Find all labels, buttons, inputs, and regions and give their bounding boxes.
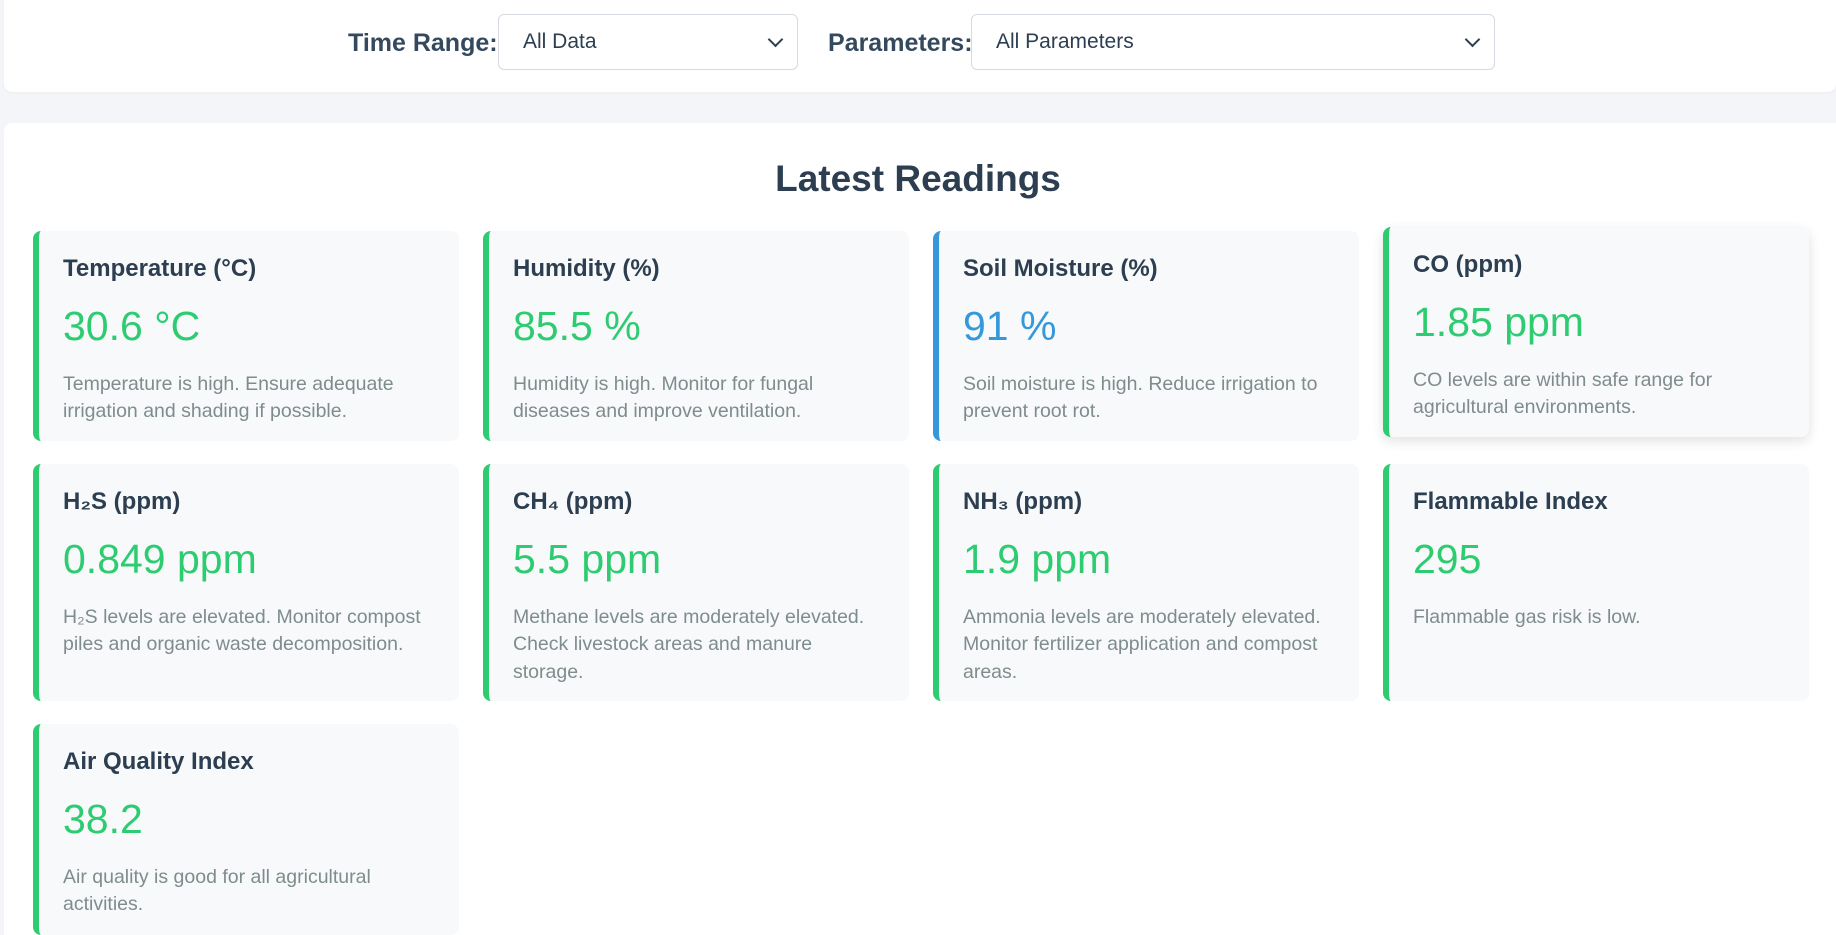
filter-bar: Time Range: All Data Parameters: All Par…	[4, 0, 1836, 92]
parameters-label: Parameters:	[828, 29, 973, 57]
card-description: Soil moisture is high. Reduce irrigation…	[963, 372, 1318, 423]
reading-card-h2s: H₂S (ppm) 0.849 ppm H₂S levels are eleva…	[33, 464, 459, 701]
card-title: CH₄ (ppm)	[513, 488, 633, 515]
card-value: 295	[1413, 535, 1482, 582]
reading-card-humidity: Humidity (%) 85.5 % Humidity is high. Mo…	[483, 231, 909, 441]
card-description: Humidity is high. Monitor for fungal dis…	[513, 372, 814, 423]
reading-card-co: CO (ppm) 1.85 ppm CO levels are within s…	[1383, 227, 1809, 437]
card-description: Flammable gas risk is low.	[1413, 605, 1641, 628]
card-title: Temperature (°C)	[63, 255, 257, 282]
card-title: Flammable Index	[1413, 488, 1608, 515]
card-title: Soil Moisture (%)	[963, 255, 1158, 282]
card-description: Temperature is high. Ensure adequate irr…	[63, 372, 394, 423]
reading-card-air-quality-index: Air Quality Index 38.2 Air quality is go…	[33, 724, 459, 935]
card-title: Humidity (%)	[513, 255, 660, 282]
card-value: 0.849 ppm	[63, 535, 257, 582]
card-description: H₂S levels are elevated. Monitor compost…	[63, 605, 421, 656]
latest-readings-title: Latest Readings	[775, 158, 1061, 199]
parameters-select[interactable]: All Parameters	[971, 14, 1495, 70]
parameters-selected-value: All Parameters	[996, 30, 1134, 53]
card-value: 38.2	[63, 795, 143, 842]
card-description: Air quality is good for all agricultural…	[63, 865, 371, 916]
reading-card-temperature: Temperature (°C) 30.6 °C Temperature is …	[33, 231, 459, 441]
chevron-down-icon	[1464, 31, 1481, 47]
card-description: Methane levels are moderately elevated. …	[513, 605, 865, 683]
reading-card-nh3: NH₃ (ppm) 1.9 ppm Ammonia levels are mod…	[933, 464, 1359, 701]
reading-card-flammable-index: Flammable Index 295 Flammable gas risk i…	[1383, 464, 1809, 701]
chevron-down-icon	[767, 31, 784, 47]
card-value: 5.5 ppm	[513, 535, 662, 582]
card-value: 85.5 %	[513, 302, 641, 349]
card-description: Ammonia levels are moderately elevated. …	[963, 605, 1321, 683]
reading-card-soil-moisture: Soil Moisture (%) 91 % Soil moisture is …	[933, 231, 1359, 441]
time-range-select[interactable]: All Data	[498, 14, 798, 70]
card-value: 30.6 °C	[63, 302, 201, 349]
card-title: Air Quality Index	[63, 748, 254, 775]
card-value: 1.9 ppm	[963, 535, 1112, 582]
reading-card-ch4: CH₄ (ppm) 5.5 ppm Methane levels are mod…	[483, 464, 909, 701]
card-value: 1.85 ppm	[1413, 298, 1584, 345]
time-range-selected-value: All Data	[523, 30, 597, 53]
time-range-label: Time Range:	[348, 29, 498, 57]
card-description: CO levels are within safe range for agri…	[1413, 368, 1713, 419]
card-title: NH₃ (ppm)	[963, 488, 1083, 515]
card-title: CO (ppm)	[1413, 251, 1523, 278]
card-value: 91 %	[963, 302, 1057, 349]
card-title: H₂S (ppm)	[63, 488, 181, 515]
